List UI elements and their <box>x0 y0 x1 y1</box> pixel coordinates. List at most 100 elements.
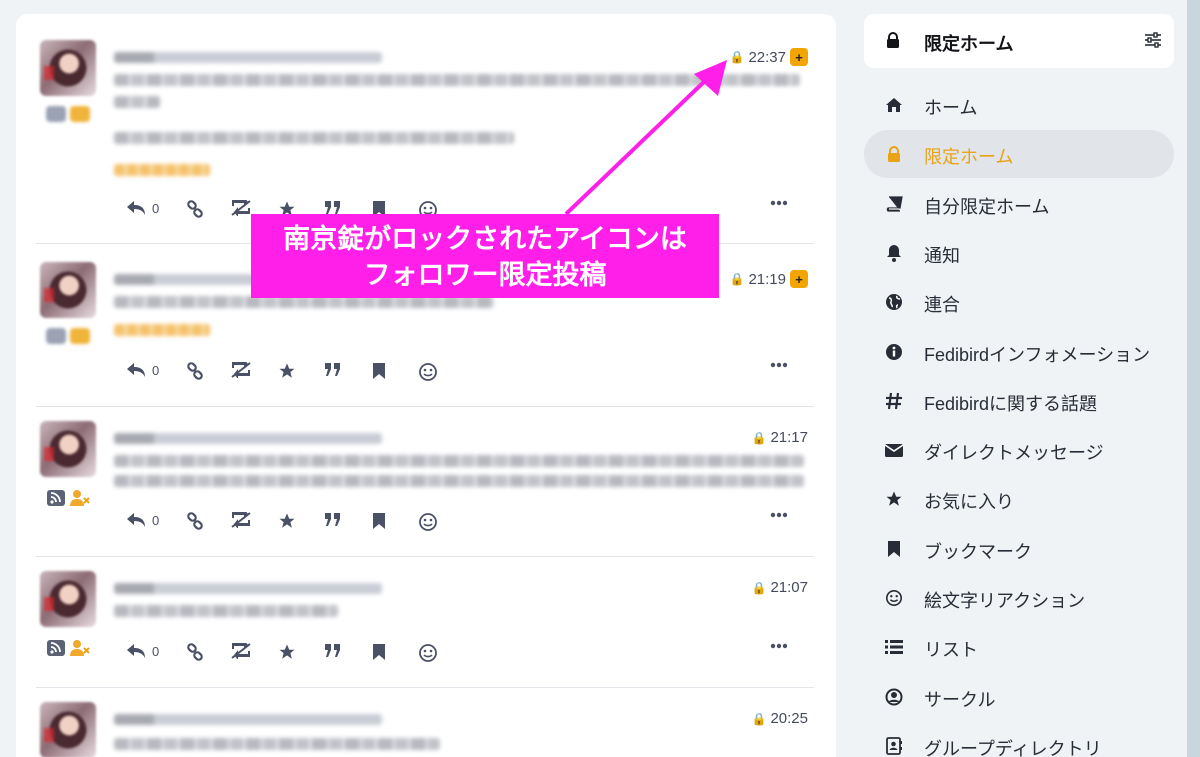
status-item[interactable]: 🔒 22:37 + 0 <box>36 14 814 244</box>
sidebar-item-label: 通知 <box>924 245 960 266</box>
reply-icon <box>127 363 145 377</box>
avatar[interactable] <box>40 571 96 627</box>
quote-button[interactable] <box>324 362 342 378</box>
reply-button[interactable]: 0 <box>126 200 159 216</box>
bell-icon <box>884 244 904 262</box>
reply-button[interactable]: 0 <box>126 643 159 659</box>
bookmark-button[interactable] <box>372 362 386 380</box>
quote-button[interactable] <box>324 643 342 659</box>
boost-disabled-button[interactable] <box>230 200 252 216</box>
favourite-star-icon <box>279 513 295 528</box>
link-button[interactable] <box>186 512 204 530</box>
bookmark-button[interactable] <box>372 643 386 661</box>
action-bar: 0 <box>126 510 814 534</box>
sidebar-item-envelope[interactable]: ダイレクトメッセージ <box>864 426 1174 474</box>
boost-disabled-icon <box>231 362 251 378</box>
status-timestamp[interactable]: 🔒 20:25 <box>752 710 809 727</box>
more-menu-icon <box>770 512 788 518</box>
quote-icon <box>325 513 340 526</box>
sidebar-item-globe[interactable]: 連合 <box>864 278 1174 326</box>
favourite-star-button[interactable] <box>278 362 296 380</box>
status-hashtag[interactable] <box>114 164 210 176</box>
favourite-star-icon <box>279 644 295 659</box>
sidebar-item-book[interactable]: 自分限定ホーム <box>864 180 1174 228</box>
more-menu-button[interactable] <box>770 200 788 206</box>
sidebar-item-home[interactable]: ホーム <box>864 81 1174 129</box>
emoji-reaction-button[interactable] <box>418 643 438 663</box>
avatar[interactable] <box>40 421 96 477</box>
display-name[interactable] <box>114 433 382 444</box>
sidebar-item-star[interactable]: お気に入り <box>864 475 1174 523</box>
sidebar-item-info[interactable]: Fedibirdインフォメーション <box>864 328 1174 376</box>
avatar[interactable] <box>40 702 96 757</box>
status-hashtag[interactable] <box>114 324 210 336</box>
link-icon <box>187 200 203 218</box>
display-name[interactable] <box>114 583 382 594</box>
sidebar-item-lock[interactable]: 限定ホーム <box>864 130 1174 179</box>
sidebar-item-label: お気に入り <box>924 492 1014 513</box>
favourite-star-button[interactable] <box>278 643 296 661</box>
sliders-icon[interactable] <box>1144 31 1162 49</box>
more-menu-icon <box>770 643 788 649</box>
link-button[interactable] <box>186 200 204 218</box>
more-menu-button[interactable] <box>770 362 788 368</box>
reply-icon <box>127 513 145 527</box>
reply-button[interactable]: 0 <box>126 512 159 528</box>
link-button[interactable] <box>186 362 204 380</box>
sidebar-item-address-book[interactable]: グループディレクトリ <box>864 722 1174 757</box>
sidebar-item-hashtag[interactable]: Fedibirdに関する話題 <box>864 377 1174 425</box>
avatar[interactable] <box>40 262 96 318</box>
favourite-star-button[interactable] <box>278 512 296 530</box>
lock-icon: 🔒 <box>729 50 745 64</box>
status-content <box>114 96 160 108</box>
link-button[interactable] <box>186 643 204 661</box>
quote-icon <box>325 363 340 376</box>
sidebar-item-label: サークル <box>924 689 996 710</box>
sidebar-item-list[interactable]: リスト <box>864 623 1174 671</box>
sidebar-item-bell[interactable]: 通知 <box>864 229 1174 277</box>
sidebar-item-bookmark[interactable]: ブックマーク <box>864 525 1174 573</box>
sidebar-item-label: 自分限定ホーム <box>924 196 1050 217</box>
more-menu-icon <box>770 200 788 206</box>
bookmark-icon <box>373 363 385 379</box>
group-badge-icon <box>46 328 66 344</box>
emoji-reaction-button[interactable] <box>418 362 438 382</box>
boost-disabled-button[interactable] <box>230 643 252 659</box>
status-content <box>114 738 440 750</box>
lock-icon <box>884 145 904 163</box>
boost-disabled-button[interactable] <box>230 362 252 378</box>
bookmark-button[interactable] <box>372 512 386 530</box>
boost-disabled-button[interactable] <box>230 512 252 528</box>
status-timestamp[interactable]: 🔒 22:37 + <box>729 48 808 66</box>
hashtag-icon <box>884 392 904 410</box>
more-menu-button[interactable] <box>770 512 788 518</box>
sidebar-item-smile[interactable]: 絵文字リアクション <box>864 574 1174 622</box>
annotation-callout: 南京錠がロックされたアイコンは フォロワー限定投稿 <box>251 214 719 298</box>
column-header[interactable]: 限定ホーム <box>864 14 1174 68</box>
action-bar: 0 <box>126 641 814 665</box>
annotation-line-2: フォロワー限定投稿 <box>363 260 607 290</box>
status-timestamp[interactable]: 🔒 21:17 <box>752 429 809 446</box>
status-item[interactable]: 🔒 21:17 0 <box>36 407 814 557</box>
status-content <box>114 605 338 617</box>
display-name[interactable] <box>114 714 382 725</box>
sidebar-item-label: リスト <box>924 640 978 661</box>
reply-button[interactable]: 0 <box>126 362 159 378</box>
display-name[interactable] <box>114 52 382 63</box>
emoji-reaction-icon <box>419 513 437 531</box>
more-menu-button[interactable] <box>770 643 788 649</box>
avatar[interactable] <box>40 40 96 96</box>
status-item[interactable]: 🔒 20:25 <box>36 688 814 757</box>
action-bar: 0 <box>126 360 814 384</box>
sidebar-item-user-circle[interactable]: サークル <box>864 673 1174 721</box>
emoji-reaction-icon <box>419 644 437 662</box>
link-icon <box>187 643 203 661</box>
quote-button[interactable] <box>324 512 342 528</box>
favourite-star-icon <box>279 363 295 378</box>
status-item[interactable]: 🔒 21:07 0 <box>36 557 814 688</box>
status-timestamp[interactable]: 🔒 21:19 + <box>730 270 808 288</box>
emoji-reaction-button[interactable] <box>418 512 438 532</box>
globe-icon <box>884 293 904 311</box>
scrollbar[interactable] <box>1187 0 1200 757</box>
status-timestamp[interactable]: 🔒 21:07 <box>752 579 809 596</box>
